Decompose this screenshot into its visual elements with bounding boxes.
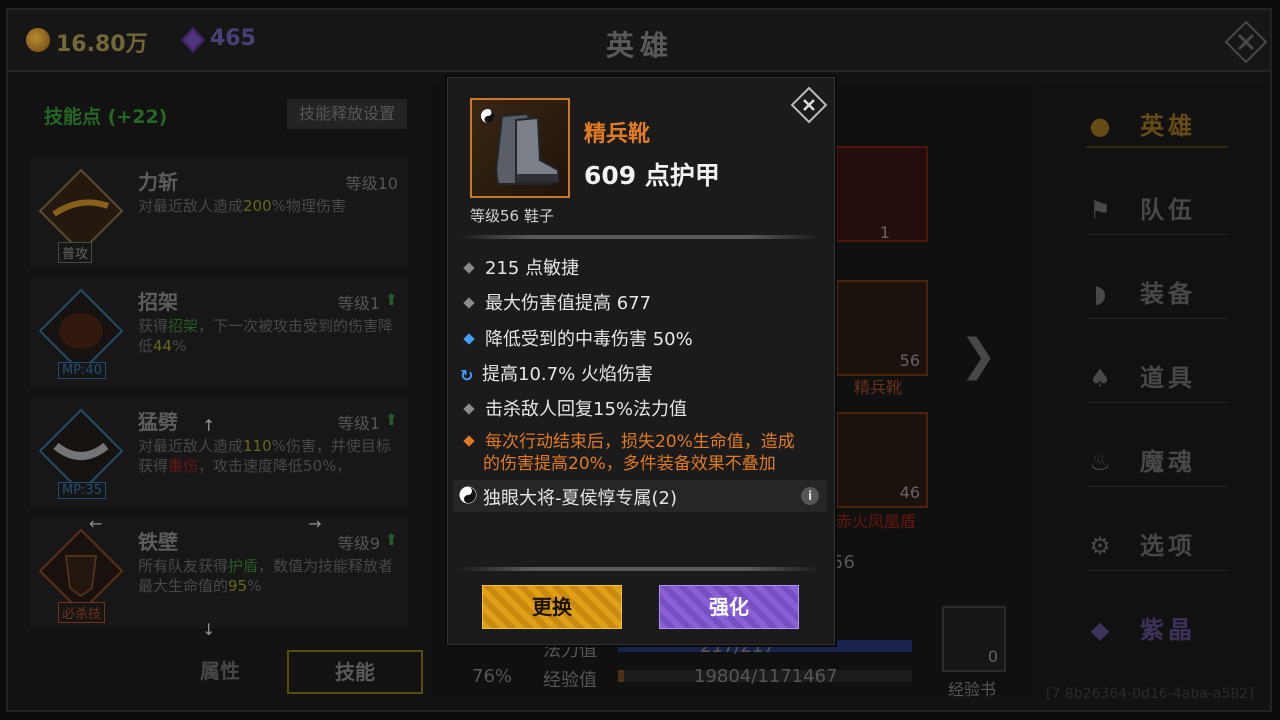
grey-diamond-icon	[463, 403, 475, 415]
item-attribute: 击杀敌人回复15%法力值	[460, 395, 826, 421]
item-image-frame	[470, 98, 570, 198]
separator	[458, 567, 820, 571]
info-icon[interactable]: i	[801, 487, 819, 505]
separator	[458, 235, 820, 239]
grey-diamond-icon	[463, 297, 475, 309]
enhance-button[interactable]: 强化	[659, 585, 799, 629]
blue-diamond-icon	[463, 333, 475, 345]
item-level-type: 等级56 鞋子	[470, 207, 554, 225]
item-armor-value: 609 点护甲	[584, 161, 720, 190]
orange-diamond-icon	[463, 435, 475, 447]
close-icon[interactable]	[790, 86, 828, 124]
boots-icon	[481, 109, 559, 185]
refresh-icon: ↻	[460, 366, 474, 385]
item-attribute: 最大伤害值提高 677	[460, 289, 826, 315]
item-set-name: 独眼大将-夏侯惇专属(2)	[483, 488, 677, 509]
item-attribute: ↻ 提高10.7% 火焰伤害	[460, 364, 653, 385]
grey-diamond-icon	[463, 262, 475, 274]
item-name: 精兵靴	[584, 122, 651, 147]
item-attribute: 降低受到的中毒伤害 50%	[460, 325, 826, 351]
yin-yang-icon	[459, 486, 477, 504]
item-set-row[interactable]: 独眼大将-夏侯惇专属(2) i	[453, 480, 827, 512]
item-attribute: 215 点敏捷	[460, 254, 826, 280]
item-special-attribute: 每次行动结束后，损失20%生命值，造成 的伤害提高20%，多件装备效果不叠加	[460, 431, 826, 475]
replace-button[interactable]: 更换	[482, 585, 622, 629]
